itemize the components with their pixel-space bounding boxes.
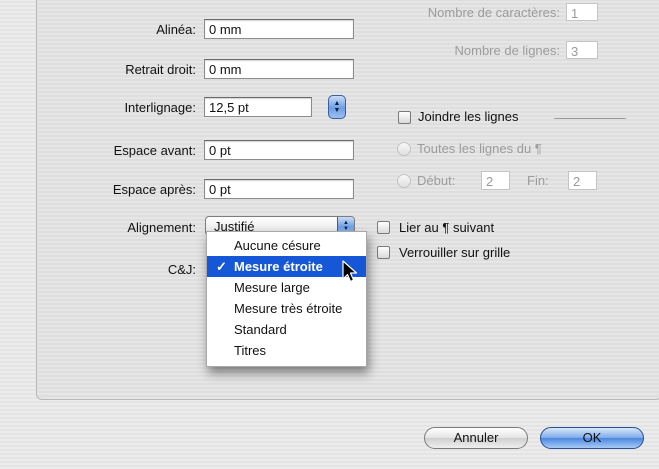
menu-item-aucune-cesure[interactable]: Aucune césure: [207, 235, 366, 256]
nb-caracteres-field[interactable]: 1: [566, 3, 598, 21]
nb-caracteres-label: Nombre de caractères:: [427, 5, 560, 20]
menu-item-label: Mesure très étroite: [234, 301, 343, 316]
retrait-droit-field[interactable]: 0 mm: [204, 59, 354, 79]
debut-radio[interactable]: [397, 174, 411, 188]
espace-avant-field[interactable]: 0 pt: [204, 140, 354, 160]
cancel-button[interactable]: Annuler: [424, 427, 528, 449]
dialog-window: Alinéa: 0 mm Retrait droit: 0 mm Interli…: [0, 0, 659, 469]
lier-label: Lier au ¶ suivant: [399, 220, 495, 235]
stepper-down-icon[interactable]: ▼: [334, 107, 341, 114]
menu-item-label: Aucune césure: [234, 238, 321, 253]
stepper-up-icon[interactable]: ▲: [334, 100, 341, 107]
menu-item-titres[interactable]: Titres: [207, 340, 366, 361]
lier-checkbox[interactable]: [377, 221, 390, 234]
debut-label: Début:: [417, 173, 456, 188]
interlignage-field[interactable]: 12,5 pt: [204, 97, 312, 117]
verrouiller-checkbox[interactable]: [377, 246, 390, 259]
menu-item-label: Standard: [234, 322, 287, 337]
menu-item-label: Mesure étroite: [234, 259, 323, 274]
espace-apres-field[interactable]: 0 pt: [204, 179, 354, 199]
interlignage-stepper[interactable]: ▲ ▼: [328, 95, 346, 119]
alinea-label: Alinéa:: [156, 22, 196, 37]
alinea-field[interactable]: 0 mm: [204, 19, 354, 39]
menu-item-mesure-tres-etroite[interactable]: Mesure très étroite: [207, 298, 366, 319]
ok-button[interactable]: OK: [540, 427, 644, 449]
espace-apres-label: Espace après:: [112, 182, 196, 197]
espace-avant-label: Espace avant:: [113, 143, 196, 158]
joindre-label: Joindre les lignes: [418, 109, 519, 124]
cj-dropdown-menu: Aucune césure ✓ Mesure étroite Mesure la…: [206, 231, 367, 367]
mouse-pointer-icon: [342, 260, 358, 283]
interlignage-label: Interlignage:: [124, 100, 196, 115]
joindre-checkbox[interactable]: [398, 111, 411, 124]
joindre-divider: [554, 118, 626, 119]
alignement-label: Alignement:: [127, 220, 196, 235]
menu-item-label: Titres: [234, 343, 267, 358]
menu-item-standard[interactable]: Standard: [207, 319, 366, 340]
fin-label: Fin:: [527, 173, 549, 188]
checkmark-icon: ✓: [216, 259, 227, 274]
fin-field[interactable]: 2: [568, 171, 597, 190]
cj-label: C&J:: [167, 262, 196, 277]
menu-item-label: Mesure large: [234, 280, 310, 295]
nb-lignes-label: Nombre de lignes:: [454, 43, 561, 58]
verrouiller-label: Verrouiller sur grille: [399, 245, 511, 260]
retrait-droit-label: Retrait droit:: [125, 62, 196, 77]
nb-lignes-field[interactable]: 3: [566, 41, 598, 59]
toutes-label: Toutes les lignes du ¶: [417, 141, 542, 156]
debut-field[interactable]: 2: [481, 171, 510, 190]
toutes-radio[interactable]: [397, 142, 411, 156]
